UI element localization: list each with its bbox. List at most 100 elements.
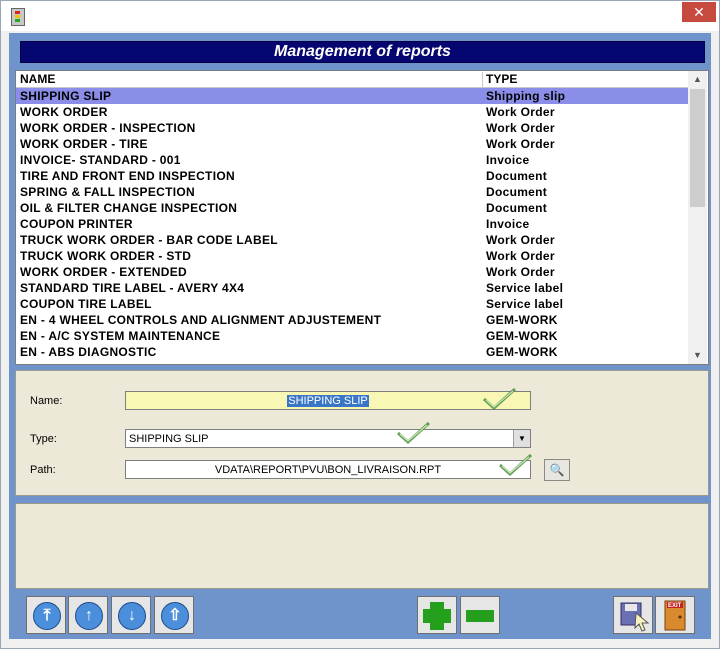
save-button[interactable] <box>613 596 653 634</box>
plus-icon-bar <box>423 609 451 623</box>
type-value: SHIPPING SLIP <box>129 433 209 445</box>
table-row[interactable]: COUPON PRINTER Invoice <box>16 216 688 232</box>
valid-checkmark-icon <box>482 387 517 411</box>
table-row[interactable]: COUPON TIRE LABEL Service label <box>16 296 688 312</box>
scroll-thumb[interactable] <box>690 89 705 207</box>
valid-checkmark-icon <box>396 421 431 445</box>
table-row[interactable]: SPRING & FALL INSPECTION Document <box>16 184 688 200</box>
grid-rows: SHIPPING SLIP Shipping slip WORK ORDER Work… <box>16 88 688 360</box>
column-divider[interactable] <box>482 72 483 88</box>
scroll-up-icon[interactable]: ▲ <box>688 71 707 88</box>
scroll-down-icon[interactable]: ▼ <box>688 347 707 364</box>
table-row[interactable]: TRUCK WORK ORDER - STD Work Order <box>16 248 688 264</box>
remove-report-button[interactable] <box>460 596 500 634</box>
report-type-cell: Document <box>486 201 548 215</box>
table-row[interactable]: INVOICE- STANDARD - 001 Invoice <box>16 152 688 168</box>
report-name-cell: EN - A/C SYSTEM MAINTENANCE <box>20 329 221 343</box>
name-value: SHIPPING SLIP <box>287 395 369 407</box>
type-label: Type: <box>30 433 57 445</box>
report-name-cell: EN - ABS DIAGNOSTIC <box>20 345 157 359</box>
valid-checkmark-icon <box>498 453 533 477</box>
report-type-cell: Document <box>486 185 548 199</box>
arrow-up-icon: ↑ <box>75 602 103 630</box>
add-report-button[interactable] <box>417 596 457 634</box>
report-type-cell: Work Order <box>486 265 555 279</box>
path-label: Path: <box>30 464 56 476</box>
path-value: VDATA\REPORT\PVU\BON_LIVRAISON.RPT <box>214 464 442 476</box>
message-panel <box>15 503 709 589</box>
report-name-cell: WORK ORDER <box>20 105 108 119</box>
table-row[interactable]: WORK ORDER - TIRE Work Order <box>16 136 688 152</box>
grid-header: NAME TYPE <box>16 71 688 88</box>
report-name-cell: WORK ORDER - INSPECTION <box>20 121 196 135</box>
report-name-cell: STANDARD TIRE LABEL - AVERY 4X4 <box>20 281 245 295</box>
title-bar: ✕ <box>1 1 719 31</box>
name-label: Name: <box>30 395 63 407</box>
report-name-cell: OIL & FILTER CHANGE INSPECTION <box>20 201 238 215</box>
report-type-cell: GEM-WORK <box>486 345 558 359</box>
report-name-cell: TRUCK WORK ORDER - BAR CODE LABEL <box>20 233 278 247</box>
report-name-cell: SPRING & FALL INSPECTION <box>20 185 195 199</box>
report-name-cell: EN - 4 WHEEL CONTROLS AND ALIGNMENT ADJU… <box>20 313 382 327</box>
table-row[interactable]: WORK ORDER Work Order <box>16 104 688 120</box>
column-header-name[interactable]: NAME <box>20 72 55 86</box>
table-row[interactable]: WORK ORDER - INSPECTION Work Order <box>16 120 688 136</box>
vertical-scrollbar[interactable]: ▲ ▼ <box>688 71 707 364</box>
report-name-cell: TRUCK WORK ORDER - STD <box>20 249 192 263</box>
report-type-cell: Work Order <box>486 137 555 151</box>
traffic-light-icon <box>11 8 25 26</box>
details-panel: Name: SHIPPING SLIP Type: SHIPPING SLIP … <box>15 370 709 496</box>
report-type-cell: Work Order <box>486 249 555 263</box>
report-type-cell: Invoice <box>486 217 530 231</box>
arrow-down-icon: ↓ <box>118 602 146 630</box>
report-name-cell: WORK ORDER - EXTENDED <box>20 265 187 279</box>
column-header-type[interactable]: TYPE <box>486 72 517 86</box>
move-last-button[interactable]: ⇧ <box>154 596 194 634</box>
table-row[interactable]: TIRE AND FRONT END INSPECTION Document <box>16 168 688 184</box>
chevron-down-icon[interactable]: ▼ <box>513 430 530 447</box>
table-row[interactable]: EN - ABS DIAGNOSTIC GEM-WORK <box>16 344 688 360</box>
arrow-top-icon: ⤒ <box>33 602 61 630</box>
report-type-cell: Shipping slip <box>486 89 566 103</box>
name-field[interactable]: SHIPPING SLIP <box>125 391 531 410</box>
table-row[interactable]: EN - A/C SYSTEM MAINTENANCE GEM-WORK <box>16 328 688 344</box>
table-row[interactable]: TRUCK WORK ORDER - BAR CODE LABEL Work Or… <box>16 232 688 248</box>
reports-grid[interactable]: NAME TYPE SHIPPING SLIP Shipping slip WORK… <box>15 70 709 365</box>
exit-button[interactable]: EXIT <box>655 596 695 634</box>
move-down-button[interactable]: ↓ <box>111 596 151 634</box>
report-name-cell: SHIPPING SLIP <box>20 89 112 103</box>
report-type-cell: Invoice <box>486 153 530 167</box>
table-row[interactable]: OIL & FILTER CHANGE INSPECTION Document <box>16 200 688 216</box>
page-title: Management of reports <box>20 41 705 63</box>
floppy-save-icon <box>620 602 650 632</box>
table-row[interactable]: WORK ORDER - EXTENDED Work Order <box>16 264 688 280</box>
report-name-cell: COUPON TIRE LABEL <box>20 297 152 311</box>
client-area: Management of reports NAME TYPE SHIPPING… <box>9 33 711 639</box>
browse-folder-button[interactable]: 🔍 <box>544 459 570 481</box>
path-field[interactable]: VDATA\REPORT\PVU\BON_LIVRAISON.RPT <box>125 460 531 479</box>
exit-label: EXIT <box>668 603 682 609</box>
type-select[interactable]: SHIPPING SLIP ▼ <box>125 429 531 448</box>
main-window: ✕ Management of reports NAME TYPE SHIPPI… <box>0 0 720 649</box>
report-type-cell: Work Order <box>486 121 555 135</box>
table-row[interactable]: EN - 4 WHEEL CONTROLS AND ALIGNMENT ADJU… <box>16 312 688 328</box>
report-type-cell: GEM-WORK <box>486 329 558 343</box>
folder-icon: 🔍 <box>549 463 565 477</box>
report-type-cell: Service label <box>486 281 564 295</box>
report-type-cell: GEM-WORK <box>486 313 558 327</box>
report-type-cell: Work Order <box>486 233 555 247</box>
report-type-cell: Service label <box>486 297 564 311</box>
report-name-cell: TIRE AND FRONT END INSPECTION <box>20 169 235 183</box>
report-type-cell: Document <box>486 169 548 183</box>
report-name-cell: WORK ORDER - TIRE <box>20 137 148 151</box>
arrow-up-alt-icon: ⇧ <box>161 602 189 630</box>
report-name-cell: COUPON PRINTER <box>20 217 133 231</box>
report-type-cell: Work Order <box>486 105 555 119</box>
table-row[interactable]: SHIPPING SLIP Shipping slip <box>16 88 688 104</box>
table-row[interactable]: STANDARD TIRE LABEL - AVERY 4X4 Service l… <box>16 280 688 296</box>
minus-icon <box>466 610 494 622</box>
report-name-cell: INVOICE- STANDARD - 001 <box>20 153 181 167</box>
move-first-button[interactable]: ⤒ <box>26 596 66 634</box>
move-up-button[interactable]: ↑ <box>68 596 108 634</box>
close-button[interactable]: ✕ <box>682 2 716 22</box>
